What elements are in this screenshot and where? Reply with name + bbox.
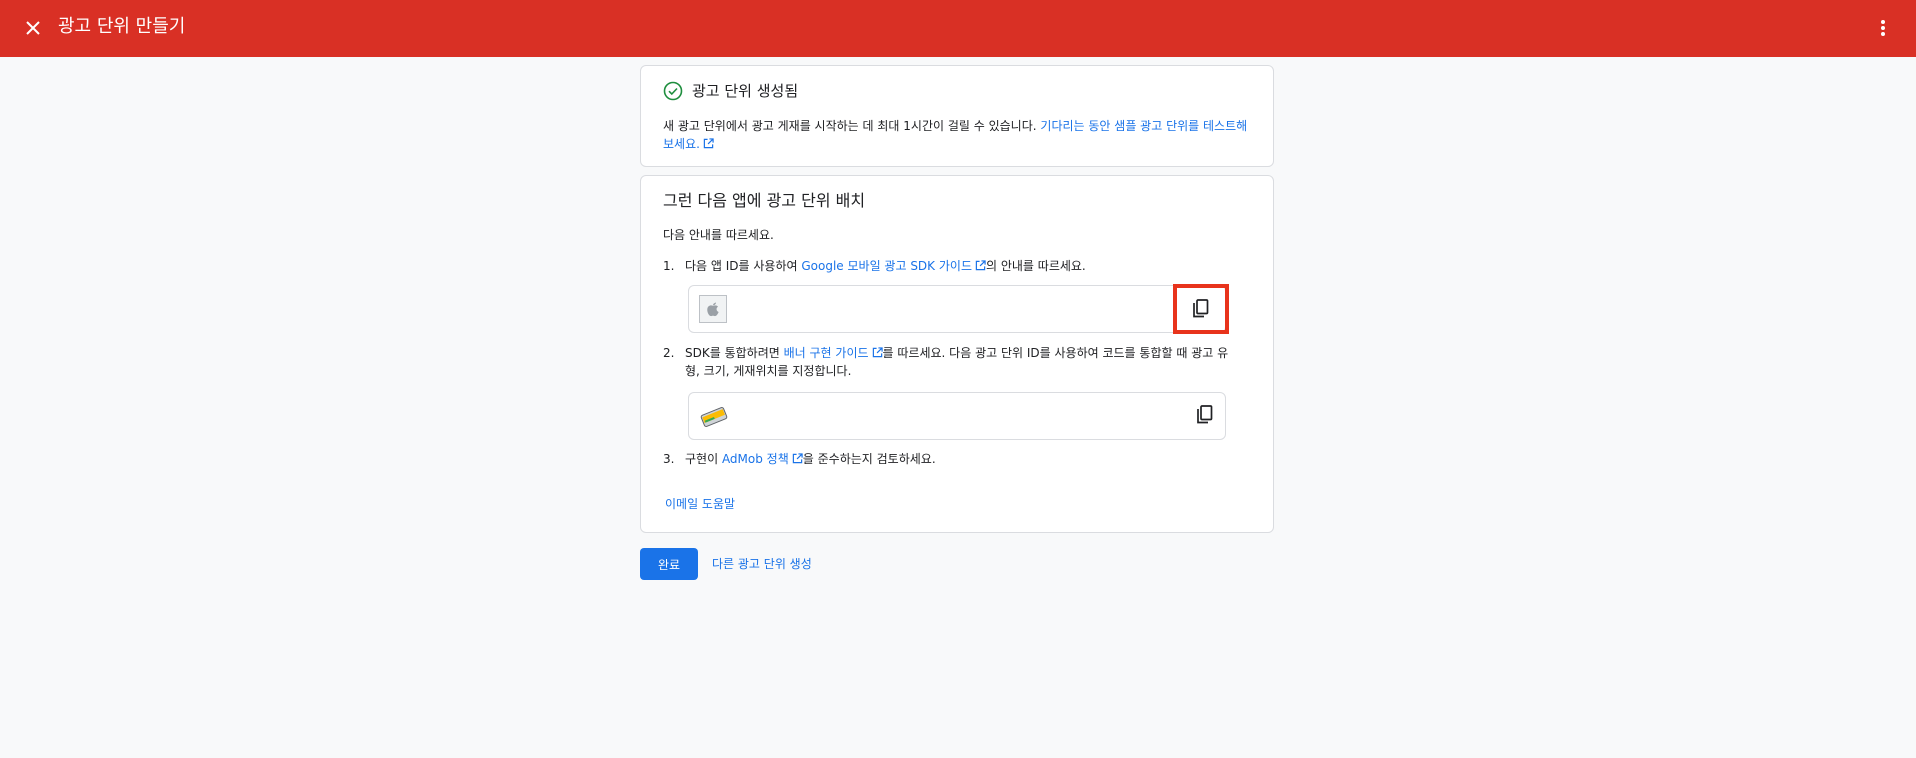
banner-ad-icon bbox=[700, 407, 728, 427]
open-in-new-icon bbox=[872, 347, 883, 358]
banner-guide-link-text: 배너 구현 가이드 bbox=[783, 346, 869, 360]
step-text: 의 안내를 따르세요. bbox=[985, 259, 1086, 273]
page-title: 광고 단위 만들기 bbox=[58, 16, 186, 37]
step-text: 다음 앱 ID를 사용하여 bbox=[685, 259, 802, 273]
created-title: 광고 단위 생성됨 bbox=[692, 82, 799, 100]
copy-ad-unit-id-button[interactable] bbox=[1191, 401, 1219, 429]
admob-policy-link-text: AdMob 정책 bbox=[721, 452, 789, 466]
step-1: 1. 다음 앱 ID를 사용하여 Google 모바일 광고 SDK 가이드 의 … bbox=[663, 257, 1233, 275]
placement-intro: 다음 안내를 따르세요. bbox=[663, 228, 774, 242]
create-another-ad-unit-button[interactable]: 다른 광고 단위 생성 bbox=[712, 555, 812, 572]
top-app-bar: 광고 단위 만들기 bbox=[0, 0, 1916, 57]
more-options-button[interactable] bbox=[1870, 15, 1896, 41]
app-id-box bbox=[688, 284, 1229, 334]
check-circle-icon bbox=[663, 81, 683, 101]
created-header: 광고 단위 생성됨 bbox=[663, 81, 798, 101]
step-number: 3. bbox=[663, 452, 675, 466]
ad-unit-created-card: 광고 단위 생성됨 새 광고 단위에서 광고 게재를 시작하는 데 최대 1시간… bbox=[640, 65, 1274, 167]
created-description: 새 광고 단위에서 광고 게재를 시작하는 데 최대 1시간이 걸릴 수 있습니… bbox=[663, 117, 1253, 153]
step-number: 2. bbox=[663, 346, 675, 360]
banner-guide-link[interactable]: 배너 구현 가이드 bbox=[784, 346, 883, 360]
done-button[interactable]: 완료 bbox=[640, 548, 698, 580]
open-in-new-icon bbox=[792, 453, 803, 464]
copy-icon bbox=[1193, 299, 1209, 318]
open-in-new-icon bbox=[703, 138, 714, 149]
sdk-guide-link[interactable]: Google 모바일 광고 SDK 가이드 bbox=[801, 259, 986, 273]
placement-card: 그런 다음 앱에 광고 단위 배치 다음 안내를 따르세요. 1. 다음 앱 I… bbox=[640, 175, 1274, 533]
apple-icon bbox=[707, 302, 719, 317]
created-text: 새 광고 단위에서 광고 게재를 시작하는 데 최대 1시간이 걸릴 수 있습니… bbox=[663, 119, 1037, 133]
step-text: 구현이 bbox=[685, 452, 722, 466]
copy-icon bbox=[1197, 405, 1213, 424]
admob-policy-link[interactable]: AdMob 정책 bbox=[722, 452, 803, 466]
step-2: 2. SDK를 통합하려면 배너 구현 가이드 를 따르세요. 다음 광고 단위 … bbox=[663, 344, 1233, 380]
ad-unit-id-box bbox=[688, 392, 1226, 440]
open-in-new-icon bbox=[975, 260, 986, 271]
close-icon bbox=[26, 21, 40, 35]
step-text: SDK를 통합하려면 bbox=[685, 346, 784, 360]
step-number: 1. bbox=[663, 259, 675, 273]
more-vert-icon bbox=[1881, 20, 1885, 36]
step-3: 3. 구현이 AdMob 정책 을 준수하는지 검토하세요. bbox=[663, 450, 1233, 468]
copy-app-id-button[interactable] bbox=[1173, 284, 1229, 334]
close-button[interactable] bbox=[20, 15, 46, 41]
step-text: 을 준수하는지 검토하세요. bbox=[802, 452, 936, 466]
placement-title: 그런 다음 앱에 광고 단위 배치 bbox=[663, 191, 866, 210]
app-icon bbox=[699, 295, 727, 323]
sdk-guide-link-text: Google 모바일 광고 SDK 가이드 bbox=[801, 259, 972, 273]
ad-unit-image bbox=[699, 403, 731, 433]
email-help-link[interactable]: 이메일 도움말 bbox=[665, 495, 735, 512]
